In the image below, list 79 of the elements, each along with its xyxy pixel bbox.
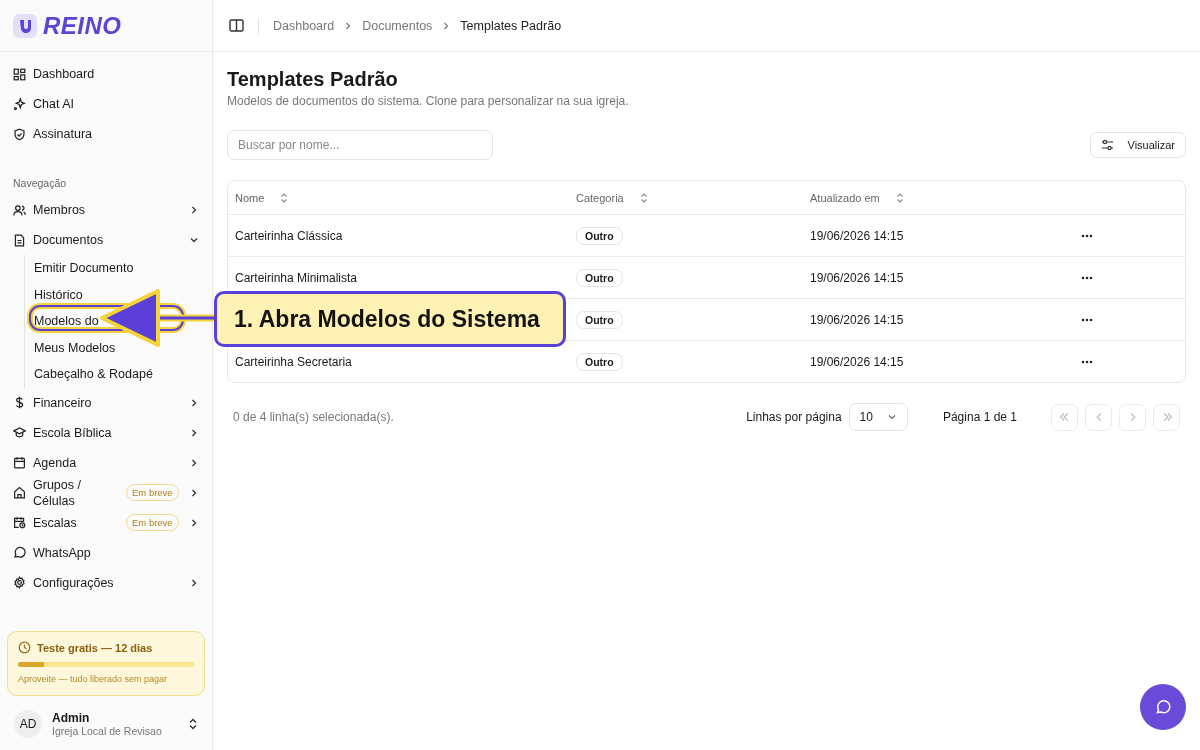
document-icon — [13, 233, 26, 247]
breadcrumb-item[interactable]: Dashboard — [273, 18, 335, 33]
sidebar-item[interactable]: WhatsApp — [0, 537, 212, 568]
chevron-right-icon — [344, 20, 353, 31]
trial-note: Aproveite — tudo liberado sem pagar — [18, 674, 169, 684]
table-cell: Carteirinha Minimalista — [235, 270, 358, 285]
category-tag: Outro — [576, 310, 623, 329]
table-cell: Carteirinha Clássica — [235, 228, 343, 243]
grid-icon — [13, 67, 26, 81]
sidebar-subitem[interactable]: Histórico — [34, 287, 83, 302]
sidebar-toggle-icon[interactable] — [229, 19, 244, 32]
category-tag: Outro — [576, 352, 623, 371]
table-cell: 19/06/2026 14:15 — [810, 312, 904, 327]
dollar-icon — [13, 396, 26, 409]
graduation-cap-icon — [13, 426, 26, 439]
more-icon[interactable] — [1081, 275, 1093, 280]
avatar: AD — [14, 710, 42, 738]
rows-per-page-select[interactable]: 10 — [848, 403, 908, 431]
more-icon[interactable] — [1081, 233, 1093, 238]
column-header[interactable]: Categoria — [569, 191, 803, 204]
user-org: Igreja Local de Revisao — [52, 725, 163, 737]
user-menu[interactable]: AD Admin Igreja Local de Revisao — [0, 710, 212, 750]
chevrons-up-down-icon — [188, 718, 198, 730]
chat-button[interactable] — [1140, 684, 1186, 730]
logo-icon — [13, 13, 37, 38]
calendar-icon — [13, 456, 26, 469]
chat-bubble-icon — [1155, 699, 1171, 715]
logo-text: REINO — [43, 11, 122, 40]
sliders-icon — [1100, 139, 1114, 151]
users-icon — [13, 203, 26, 217]
column-header[interactable]: Nome — [228, 191, 569, 204]
category-tag: Outro — [576, 226, 623, 245]
sidebar-item[interactable]: Escalas Em breve — [0, 507, 212, 538]
breadcrumb-item: Templates Padrão — [460, 18, 562, 33]
sidebar-subitem[interactable]: Cabeçalho & Rodapé — [34, 367, 153, 382]
sidebar-subitem[interactable]: Meus Modelos — [34, 340, 116, 355]
shield-icon — [13, 127, 26, 141]
sort-icon — [895, 192, 904, 203]
sidebar-item[interactable]: Dashboard — [0, 59, 212, 89]
section-label: Navegação — [12, 176, 68, 191]
breadcrumb-item[interactable]: Documentos — [362, 18, 433, 33]
more-icon[interactable] — [1081, 317, 1093, 322]
clock-icon — [18, 641, 31, 654]
gear-icon — [13, 576, 26, 589]
more-icon[interactable] — [1081, 359, 1093, 364]
column-header[interactable]: Atualizado em — [803, 191, 1063, 204]
rows-per-page-label: Linhas por página — [746, 410, 842, 424]
table-cell: 19/06/2026 14:15 — [810, 354, 904, 369]
page-subtitle: Modelos de documentos do sistema. Clone para personalizar na sua igreja. — [227, 94, 630, 108]
calendar-clock-icon — [13, 516, 26, 529]
table-cell: 19/06/2026 14:15 — [810, 228, 904, 243]
sidebar-item[interactable]: Chat AI — [0, 89, 212, 119]
chevron-down-icon — [886, 412, 897, 422]
sidebar-item[interactable]: Configurações — [0, 567, 212, 598]
sidebar-subitem[interactable]: Emitir Documento — [34, 261, 134, 276]
sort-icon — [639, 192, 648, 203]
table-cell: Carteirinha Secretaria — [235, 354, 352, 369]
sort-icon — [280, 192, 289, 203]
sparkle-icon — [13, 97, 26, 111]
selection-count: 0 de 4 linha(s) selecionada(s). — [233, 410, 394, 424]
house-icon — [13, 486, 26, 499]
category-tag: Outro — [576, 268, 623, 287]
user-name: Admin — [52, 711, 91, 725]
callout-label: 1. Abra Modelos do Sistema — [214, 291, 566, 347]
trial-title: Teste gratis — 12 dias — [37, 641, 153, 654]
view-button[interactable]: Visualizar — [1089, 132, 1186, 158]
sidebar-item[interactable]: Escola Bíblica — [0, 417, 212, 448]
chat-bubble-icon — [13, 546, 26, 559]
sidebar-item[interactable]: Membros — [0, 195, 212, 225]
sidebar-item[interactable]: Agenda — [0, 447, 212, 478]
chevron-right-icon — [442, 20, 451, 31]
sidebar-item[interactable]: Financeiro — [0, 387, 212, 418]
sidebar-item[interactable]: Assinatura — [0, 119, 212, 149]
sidebar-item[interactable]: Documentos — [0, 225, 212, 255]
sidebar-item[interactable]: Grupos / Células Em breve — [0, 477, 212, 508]
table-cell: 19/06/2026 14:15 — [810, 270, 904, 285]
page-indicator: Página 1 de 1 — [942, 410, 1017, 424]
page-title: Templates Padrão — [227, 68, 399, 91]
search-field[interactable]: Buscar por nome... — [227, 130, 493, 160]
